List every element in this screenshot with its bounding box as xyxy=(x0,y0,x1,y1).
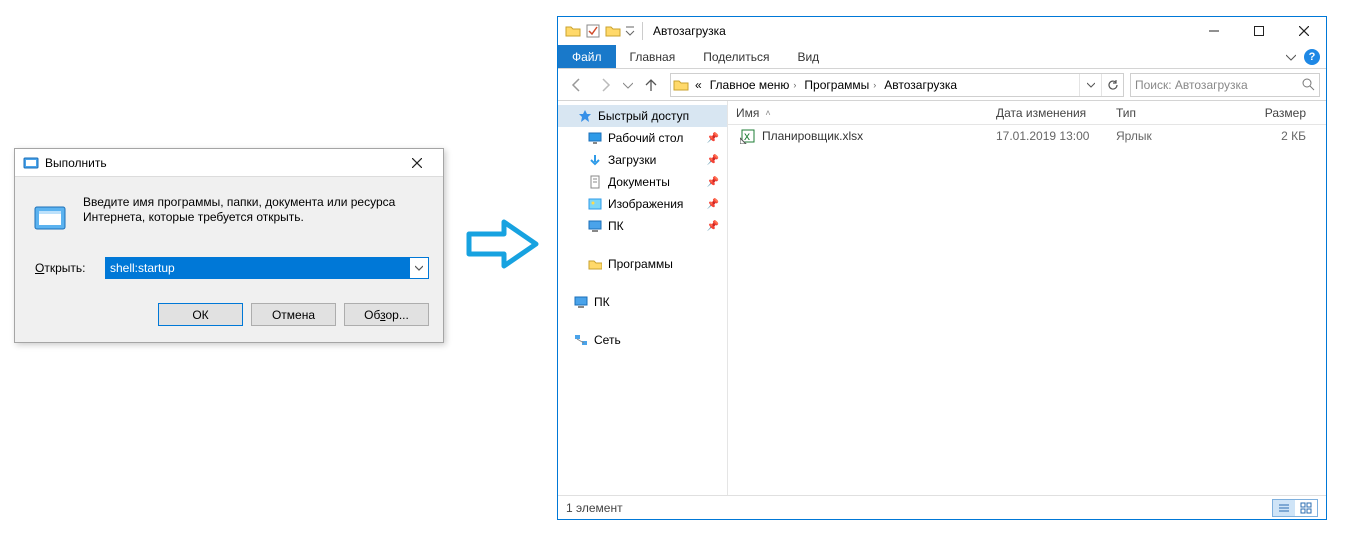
tab-share[interactable]: Поделиться xyxy=(689,45,783,68)
run-app-icon xyxy=(33,201,69,237)
explorer-window: Автозагрузка Файл Главная Поделиться Вид… xyxy=(557,16,1327,520)
sidebar-item-pc[interactable]: ПК xyxy=(558,291,727,313)
sidebar-item-downloads[interactable]: Загрузки📌 xyxy=(558,149,727,171)
back-button[interactable] xyxy=(564,72,590,98)
qat-folder-icon[interactable] xyxy=(604,22,622,40)
explorer-titlebar: Автозагрузка xyxy=(558,17,1326,45)
status-bar: 1 элемент xyxy=(558,495,1326,519)
excel-shortcut-icon: x xyxy=(740,128,756,144)
breadcrumb-prefix[interactable]: « xyxy=(691,74,706,96)
separator xyxy=(642,22,643,40)
tab-home[interactable]: Главная xyxy=(616,45,690,68)
search-input[interactable] xyxy=(1135,78,1302,92)
breadcrumb-item[interactable]: Автозагрузка xyxy=(880,74,961,96)
minimize-button[interactable] xyxy=(1191,17,1236,45)
column-date[interactable]: Дата изменения xyxy=(988,101,1108,124)
sidebar-item-documents[interactable]: Документы📌 xyxy=(558,171,727,193)
sidebar-quick-access[interactable]: Быстрый доступ xyxy=(558,105,727,127)
up-button[interactable] xyxy=(638,72,664,98)
run-dialog: Выполнить Введите имя программы, папки, … xyxy=(14,148,444,343)
svg-text:x: x xyxy=(744,129,750,143)
window-title: Автозагрузка xyxy=(653,24,726,38)
breadcrumb-item[interactable]: Главное меню› xyxy=(706,74,801,96)
file-type: Ярлык xyxy=(1108,125,1218,147)
run-title: Выполнить xyxy=(45,156,394,170)
picture-icon xyxy=(588,197,602,211)
run-open-row: Открыть: xyxy=(15,247,443,279)
run-button-row: ОК Отмена Обзор... xyxy=(15,279,443,340)
document-icon xyxy=(588,175,602,189)
pin-icon: 📌 xyxy=(707,155,719,166)
status-text: 1 элемент xyxy=(566,501,623,515)
refresh-icon[interactable] xyxy=(1101,74,1123,96)
explorer-body: Быстрый доступ Рабочий стол📌 Загрузки📌 Д… xyxy=(558,101,1326,495)
sidebar-item-desktop[interactable]: Рабочий стол📌 xyxy=(558,127,727,149)
view-details-button[interactable] xyxy=(1273,500,1295,516)
address-history-icon[interactable] xyxy=(1079,74,1101,96)
close-button[interactable] xyxy=(1281,17,1326,45)
pc-icon xyxy=(588,219,602,233)
pin-icon: 📌 xyxy=(707,177,719,188)
arrow-icon xyxy=(464,214,544,274)
file-date: 17.01.2019 13:00 xyxy=(988,125,1108,147)
properties-icon[interactable] xyxy=(584,22,602,40)
browse-button[interactable]: Обзор... xyxy=(344,303,429,326)
cancel-button[interactable]: Отмена xyxy=(251,303,336,326)
content-pane: Имя˄ Дата изменения Тип Размер x Планиро… xyxy=(728,101,1326,495)
column-name[interactable]: Имя˄ xyxy=(728,101,988,124)
tab-view[interactable]: Вид xyxy=(783,45,833,68)
qat-overflow-icon[interactable] xyxy=(624,22,636,40)
tab-file[interactable]: Файл xyxy=(558,45,616,68)
run-description: Введите имя программы, папки, документа … xyxy=(83,195,429,237)
nav-toolbar: « Главное меню› Программы› Автозагрузка xyxy=(558,69,1326,101)
search-box[interactable] xyxy=(1130,73,1320,97)
file-size: 2 КБ xyxy=(1218,125,1326,147)
column-size[interactable]: Размер xyxy=(1218,101,1326,124)
pc-icon xyxy=(574,295,588,309)
recent-locations-icon[interactable] xyxy=(620,72,636,98)
address-bar[interactable]: « Главное меню› Программы› Автозагрузка xyxy=(670,73,1124,97)
sort-indicator-icon: ˄ xyxy=(765,108,770,118)
ok-button[interactable]: ОК xyxy=(158,303,243,326)
star-icon xyxy=(578,109,592,123)
open-combobox[interactable] xyxy=(105,257,429,279)
forward-button[interactable] xyxy=(592,72,618,98)
desktop-icon xyxy=(588,131,602,145)
sidebar-item-programs[interactable]: Программы xyxy=(558,253,727,275)
run-body: Введите имя программы, папки, документа … xyxy=(15,177,443,247)
sidebar-item-pc-pinned[interactable]: ПК📌 xyxy=(558,215,727,237)
pin-icon: 📌 xyxy=(707,199,719,210)
column-type[interactable]: Тип xyxy=(1108,101,1218,124)
folder-icon xyxy=(564,22,582,40)
pin-icon: 📌 xyxy=(707,221,719,232)
folder-icon xyxy=(671,77,691,93)
file-row[interactable]: x Планировщик.xlsx 17.01.2019 13:00 Ярлы… xyxy=(728,125,1326,147)
ribbon-expand-icon[interactable] xyxy=(1286,52,1296,62)
open-label: Открыть: xyxy=(35,261,105,275)
run-titlebar: Выполнить xyxy=(15,149,443,177)
close-button[interactable] xyxy=(394,152,439,174)
breadcrumb-item[interactable]: Программы› xyxy=(800,74,880,96)
chevron-down-icon[interactable] xyxy=(410,258,428,278)
sidebar-item-pictures[interactable]: Изображения📌 xyxy=(558,193,727,215)
network-icon xyxy=(574,333,588,347)
file-name: Планировщик.xlsx xyxy=(762,129,863,143)
view-icons-button[interactable] xyxy=(1295,500,1317,516)
help-icon[interactable]: ? xyxy=(1304,49,1320,65)
run-title-icon xyxy=(23,155,39,171)
maximize-button[interactable] xyxy=(1236,17,1281,45)
search-icon[interactable] xyxy=(1302,78,1315,91)
sidebar-item-network[interactable]: Сеть xyxy=(558,329,727,351)
folder-icon xyxy=(588,257,602,271)
column-headers: Имя˄ Дата изменения Тип Размер xyxy=(728,101,1326,125)
ribbon-tabs: Файл Главная Поделиться Вид ? xyxy=(558,45,1326,69)
download-icon xyxy=(588,153,602,167)
pin-icon: 📌 xyxy=(707,133,719,144)
open-input[interactable] xyxy=(106,258,410,278)
view-toggle xyxy=(1272,499,1318,517)
sidebar: Быстрый доступ Рабочий стол📌 Загрузки📌 Д… xyxy=(558,101,728,495)
